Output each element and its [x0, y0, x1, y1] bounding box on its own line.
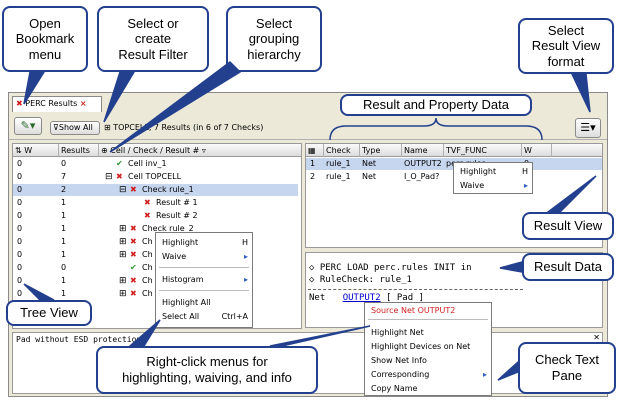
close-tab-icon[interactable]: × [80, 99, 87, 108]
tree-row[interactable]: 0 1 ✖ Result # 1 [13, 197, 298, 209]
menu-select-all[interactable]: Select All Ctrl+A [156, 310, 254, 323]
submenu-arrow-icon: ▸ [523, 181, 528, 190]
menu-highlight-devices-on-net[interactable]: Highlight Devices on Net [365, 340, 493, 353]
collapse-icon[interactable]: ⊟ [119, 184, 127, 196]
grouping-summary[interactable]: ⊞ TOPCELL, 7 Results (in 6 of 7 Checks) [104, 123, 263, 132]
callout-tree-view: Tree View [6, 300, 92, 326]
check-text-content: Pad without ESD protection [16, 335, 142, 344]
error-x-icon: ✖ [144, 198, 151, 207]
result-data-line-1: ◇ PERC LOAD perc.rules INIT in [309, 263, 472, 273]
grouping-icon: ⊞ [104, 123, 111, 132]
menu-separator [368, 319, 488, 320]
bookmark-button[interactable]: ✎▾ [14, 117, 42, 135]
callout-bookmark-menu: Open Bookmark menu [2, 6, 88, 72]
error-icon: ✖ [16, 99, 23, 108]
error-x-icon: ✖ [130, 289, 137, 298]
col-w[interactable]: W [522, 144, 552, 157]
col-tvf-func[interactable]: TVF_FUNC [444, 144, 522, 157]
col-check[interactable]: Check [324, 144, 360, 157]
tree-header: ⇅ W Results ⊕ Cell / Check / Result # ▿ [13, 144, 301, 157]
error-x-icon: ✖ [144, 211, 151, 220]
expand-icon[interactable]: ⊞ [119, 249, 127, 261]
result-context-menu: Highlight H Waive ▸ [453, 162, 533, 194]
menu-copy-name[interactable]: Copy Name [365, 382, 493, 395]
menu-separator [159, 290, 249, 291]
expand-icon[interactable]: ⊞ [119, 288, 127, 300]
col-w[interactable]: ⇅ W [13, 144, 59, 157]
tree-row[interactable]: 0 1 ✖ Result # 2 [13, 210, 298, 222]
expand-icon[interactable]: ⊞ [119, 223, 127, 235]
result-table-header: ▦ Check Type Name TVF_FUNC W [306, 144, 602, 157]
col-name[interactable]: Name [402, 144, 444, 157]
col-type[interactable]: Type [360, 144, 402, 157]
tab-perc-results[interactable]: ✖ PERC Results × [12, 96, 102, 112]
callout-result-data: Result Data [522, 253, 614, 281]
menu-histogram[interactable]: Histogram ▸ [156, 273, 254, 286]
expand-icon[interactable]: ⊞ [119, 275, 127, 287]
callout-check-text-pane: Check Text Pane [518, 342, 616, 394]
tree-row[interactable]: 0 0 ✔ Cell inv_1 [13, 158, 298, 170]
error-x-icon: ✖ [130, 224, 137, 233]
menu-show-net-info[interactable]: Show Net Info [365, 354, 493, 367]
col-results[interactable]: Results [59, 144, 99, 157]
row-num-col: ▦ [306, 144, 324, 157]
callout-result-property-data: Result and Property Data [340, 94, 532, 116]
callout-right-click-menus: Right-click menus for highlighting, waiv… [96, 346, 318, 394]
menu-separator [159, 267, 249, 268]
callout-result-filter: Select or create Result Filter [97, 6, 209, 72]
collapse-icon[interactable]: ⊟ [105, 171, 113, 183]
error-x-icon: ✖ [130, 276, 137, 285]
menu-waive[interactable]: Waive ▸ [156, 250, 254, 263]
funnel-icon: ▿ [201, 146, 206, 155]
submenu-arrow-icon: ▸ [482, 370, 487, 379]
menu-highlight-all[interactable]: Highlight All [156, 296, 254, 309]
error-x-icon: ✖ [130, 250, 137, 259]
result-view-format-button[interactable]: ☰▾ [575, 118, 601, 138]
separator [308, 289, 523, 290]
tree-context-menu: Highlight H Waive ▸ Histogram ▸ Highlight A… [155, 232, 253, 328]
callout-result-view: Result View [522, 212, 614, 240]
error-x-icon: ✖ [130, 185, 137, 194]
pass-check-icon: ✔ [130, 263, 137, 272]
callout-result-view-format: Select Result View format [518, 18, 614, 74]
bookmark-pen-icon: ✎▾ [20, 119, 36, 132]
expand-icon[interactable]: ⊞ [119, 236, 127, 248]
submenu-arrow-icon: ▸ [243, 252, 248, 261]
show-all-filter-button[interactable]: ⊽Show All [50, 121, 100, 135]
submenu-arrow-icon: ▸ [243, 275, 248, 284]
menu-waive[interactable]: Waive ▸ [454, 179, 534, 192]
menu-corresponding[interactable]: Corresponding ▸ [365, 368, 493, 381]
tree-row[interactable]: ⊟ 0 7 ✖ Cell TOPCELL [13, 171, 298, 183]
callout-grouping-hierarchy: Select grouping hierarchy [226, 6, 322, 72]
list-format-icon: ☰▾ [580, 121, 596, 134]
menu-highlight-net[interactable]: Highlight Net [365, 326, 493, 339]
net-context-menu: Source Net OUTPUT2 Highlight Net Highlig… [364, 302, 492, 396]
col-cell-check-result[interactable]: ⊕ Cell / Check / Result # ▿ [99, 144, 302, 157]
pass-check-icon: ✔ [116, 159, 123, 168]
tree-row[interactable]: ⊟ 0 2 ✖ Check rule_1 [13, 184, 298, 196]
menu-source-net: Source Net OUTPUT2 [371, 306, 456, 315]
error-x-icon: ✖ [116, 172, 123, 181]
menu-highlight[interactable]: Highlight H [454, 165, 534, 178]
sort-icon: ⇅ [15, 146, 22, 155]
close-pane-icon[interactable]: ✕ [593, 333, 600, 342]
menu-highlight[interactable]: Highlight H [156, 236, 254, 249]
grouping-hierarchy-icon[interactable]: ⊕ [101, 146, 108, 155]
table-icon: ▦ [308, 146, 316, 155]
error-x-icon: ✖ [130, 237, 137, 246]
result-data-line-2: ◇ RuleCheck: rule_1 [309, 275, 412, 285]
